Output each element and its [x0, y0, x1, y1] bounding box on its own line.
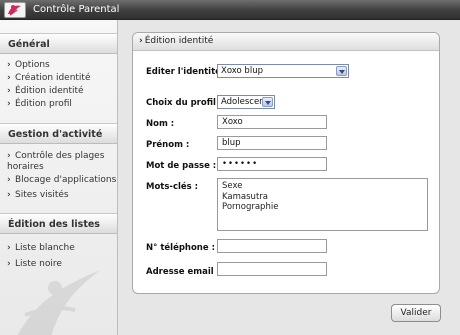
phone-input[interactable]	[217, 239, 327, 253]
keyword-item: Kamasutra	[222, 191, 268, 202]
email-input[interactable]	[217, 262, 327, 276]
sidebar-section-gestion: Gestion d'activité	[0, 123, 117, 144]
window-title: Contrôle Parental	[33, 4, 120, 15]
sidebar-item-blocage-applications[interactable]: › Blocage d'applications	[7, 175, 116, 186]
email-label: Adresse email :	[146, 267, 221, 277]
sidebar-item-sites-visites[interactable]: › Sites visités	[7, 190, 69, 201]
edit-identity-panel: › Édition identité Editer l'identité : Xo…	[132, 32, 440, 294]
chevron-right-icon: ›	[7, 73, 11, 83]
prenom-input[interactable]: blup	[217, 136, 327, 150]
chevron-right-icon: ›	[7, 60, 11, 70]
chevron-down-icon	[336, 66, 347, 76]
chevron-right-icon: ›	[7, 86, 11, 96]
prenom-label: Prénom :	[146, 140, 190, 150]
dancer-watermark-icon	[17, 270, 100, 335]
title-bar: Contrôle Parental	[0, 0, 460, 20]
password-label: Mot de passe :	[146, 161, 217, 171]
sidebar-item-plages-horaires[interactable]: › Contrôle des plages horaires	[7, 151, 115, 173]
sidebar-item-options[interactable]: › Options	[7, 60, 50, 71]
chevron-down-icon	[262, 97, 273, 107]
chevron-right-icon: ›	[7, 243, 11, 253]
valider-button[interactable]: Valider	[391, 304, 441, 322]
phone-label: N° téléphone :	[146, 243, 215, 253]
sidebar: Général › Options › Création identité › Édi…	[0, 20, 118, 335]
chevron-right-icon: ›	[139, 36, 143, 46]
chevron-right-icon: ›	[7, 190, 11, 200]
identity-select[interactable]: Xoxo blup	[217, 64, 349, 78]
profile-label: Choix du profil :	[146, 98, 223, 108]
keyword-item: Sexe	[222, 181, 243, 191]
sidebar-item-edition-profil[interactable]: › Édition profil	[7, 99, 72, 110]
chevron-right-icon: ›	[7, 175, 11, 185]
sidebar-section-listes: Édition des listes	[0, 213, 117, 234]
sidebar-section-general: Général	[0, 33, 117, 54]
profile-select[interactable]: Adolescent	[217, 95, 275, 109]
keywords-textarea[interactable]: Sexe Kamasutra Pornographie	[217, 178, 428, 231]
sidebar-item-edition-identite[interactable]: › Édition identité	[7, 86, 84, 97]
app-logo-icon	[4, 2, 26, 18]
identity-label: Editer l'identité :	[146, 67, 228, 77]
chevron-right-icon: ›	[7, 151, 11, 161]
keywords-label: Mots-clés :	[146, 182, 199, 192]
password-input[interactable]: ••••••	[217, 157, 327, 171]
chevron-right-icon: ›	[7, 99, 11, 109]
nom-input[interactable]: Xoxo	[217, 115, 327, 129]
sidebar-item-liste-blanche[interactable]: › Liste blanche	[7, 243, 75, 254]
panel-header: › Édition identité	[133, 33, 439, 51]
keyword-item: Pornographie	[222, 202, 279, 212]
nom-label: Nom :	[146, 119, 175, 129]
panel-title: Édition identité	[144, 36, 214, 46]
app-window: Contrôle Parental Général › Options › Créa…	[0, 0, 460, 335]
sidebar-item-creation-identite[interactable]: › Création identité	[7, 73, 91, 84]
